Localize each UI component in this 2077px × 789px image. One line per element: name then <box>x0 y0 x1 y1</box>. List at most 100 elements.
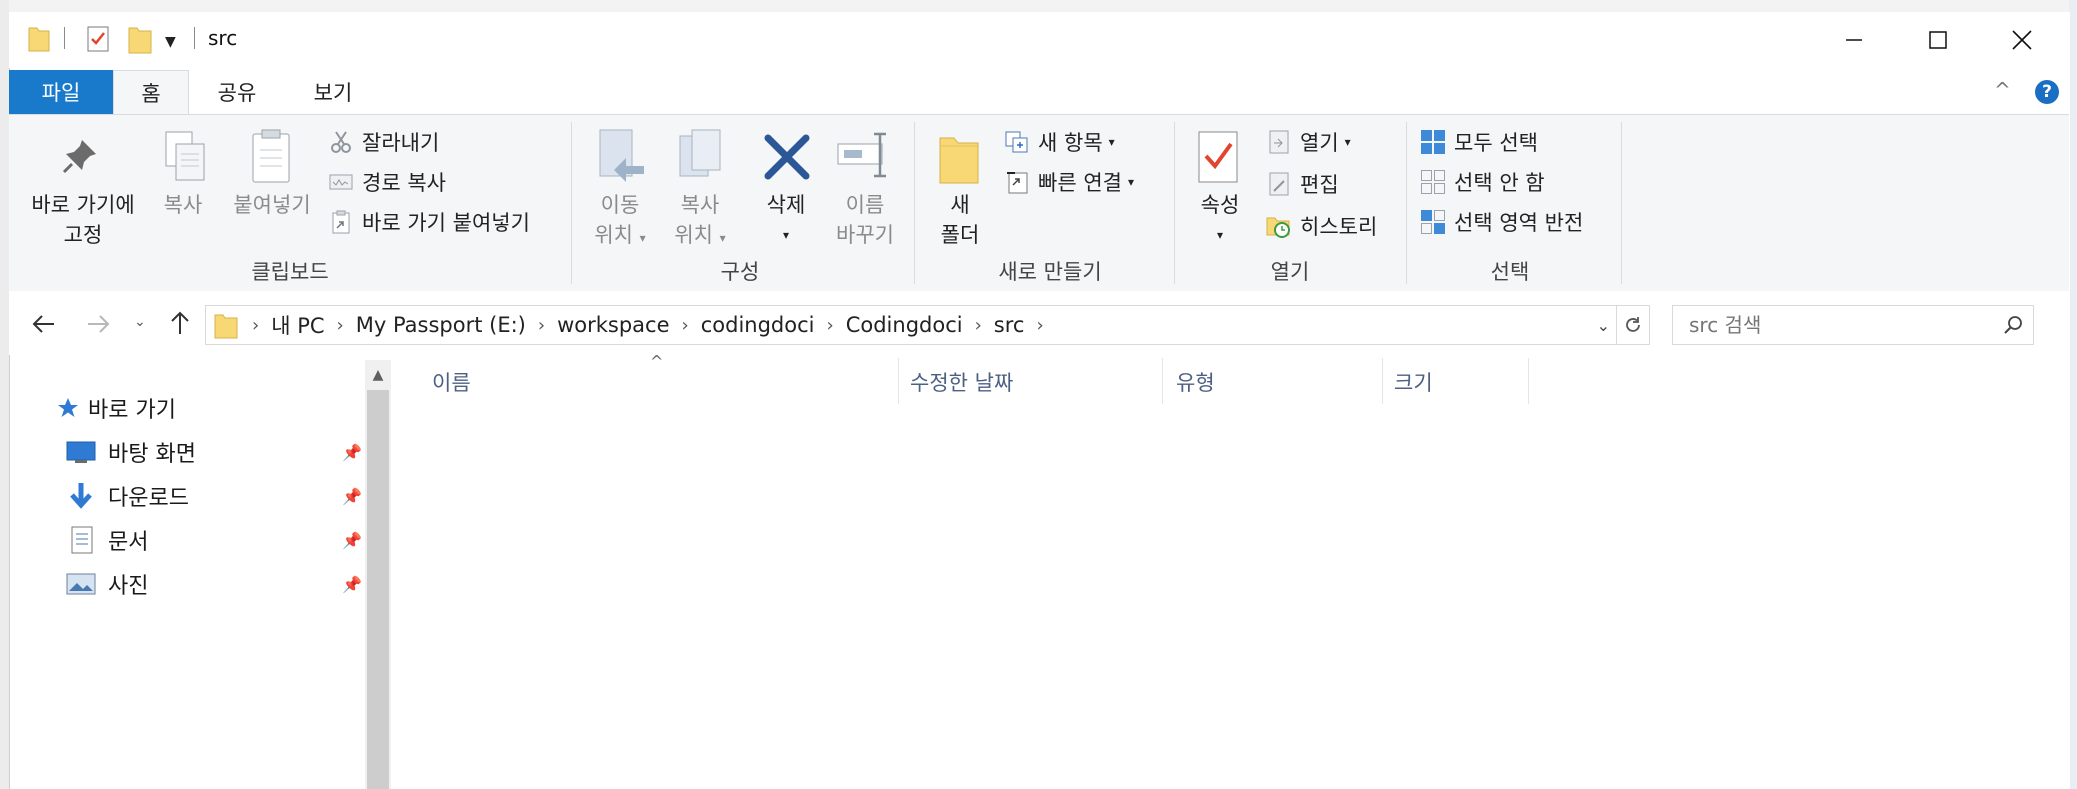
forward-button[interactable] <box>84 310 112 342</box>
select-all-button[interactable]: 모두 선택 <box>1420 124 1538 160</box>
properties-button[interactable]: 속성 ▾ <box>1182 190 1258 250</box>
quick-access-separator <box>64 27 65 49</box>
select-none-button[interactable]: 선택 안 함 <box>1420 164 1545 200</box>
customize-toolbar-chevron-icon[interactable]: ▼ <box>165 34 176 50</box>
minimize-button[interactable] <box>1824 20 1884 60</box>
open-label: 열기 <box>1300 131 1339 155</box>
cut-button[interactable]: 잘라내기 <box>328 124 439 160</box>
breadcrumb-workspace[interactable]: workspace <box>557 313 669 337</box>
rename-button[interactable]: 이름 바꾸기 <box>822 190 908 250</box>
properties-label: 속성 <box>1200 193 1240 217</box>
breadcrumb-separator-icon: › <box>336 314 344 336</box>
tab-view[interactable]: 보기 <box>296 70 370 114</box>
column-divider[interactable] <box>898 358 899 404</box>
select-none-label: 선택 안 함 <box>1454 171 1545 195</box>
group-separator <box>914 122 915 284</box>
sidebar-label: 사진 <box>108 574 149 599</box>
paste-icon <box>250 128 292 188</box>
tab-home[interactable]: 홈 <box>113 70 189 115</box>
easy-access-button[interactable]: 빠른 연결 ▾ <box>1004 164 1134 200</box>
copy-button[interactable]: 복사 <box>150 190 216 220</box>
close-button[interactable] <box>1992 20 2052 60</box>
properties-quick-icon[interactable] <box>86 26 110 56</box>
breadcrumb-codingdoci-2[interactable]: Codingdoci <box>846 313 963 337</box>
breadcrumb-drive[interactable]: My Passport (E:) <box>356 313 526 337</box>
collapse-ribbon-chevron-icon[interactable]: ^ <box>1994 78 2011 102</box>
breadcrumb-separator-icon: › <box>537 314 546 336</box>
edit-icon <box>1266 171 1292 197</box>
pin-to-quick-access-button[interactable]: 바로 가기에 고정 <box>20 190 146 250</box>
sidebar-item-documents[interactable]: 문서 📌 <box>66 520 362 560</box>
rename-icon <box>836 132 892 182</box>
sidebar-item-downloads[interactable]: 다운로드 📌 <box>66 476 362 516</box>
pin-icon[interactable]: 📌 <box>342 443 362 462</box>
invert-selection-button[interactable]: 선택 영역 반전 <box>1420 204 1583 240</box>
scroll-up-chevron-icon[interactable]: ▲ <box>365 360 391 390</box>
column-header-type[interactable]: 유형 <box>1176 360 1215 404</box>
maximize-button[interactable] <box>1908 20 1968 60</box>
title-bar <box>9 12 2069 68</box>
select-all-label: 모두 선택 <box>1454 131 1538 155</box>
move-to-label-2: 위치 <box>594 223 633 247</box>
folder-icon[interactable] <box>28 24 50 56</box>
copy-to-label-1: 복사 <box>680 193 720 217</box>
open-button[interactable]: 열기 ▾ <box>1266 124 1351 160</box>
group-separator <box>1174 122 1175 284</box>
breadcrumb-src[interactable]: src <box>994 313 1025 337</box>
history-icon <box>1266 213 1292 239</box>
sidebar-item-desktop[interactable]: 바탕 화면 📌 <box>66 432 362 472</box>
pin-icon[interactable]: 📌 <box>342 575 362 594</box>
search-icon[interactable] <box>2003 315 2023 335</box>
pin-icon[interactable]: 📌 <box>342 531 362 550</box>
column-divider[interactable] <box>1528 358 1529 404</box>
edit-button[interactable]: 편집 <box>1266 166 1339 202</box>
sidebar-item-quick-access[interactable]: 바로 가기 <box>56 388 176 428</box>
column-header-name[interactable]: 이름 <box>432 360 471 404</box>
nav-scrollbar-thumb[interactable] <box>367 390 389 789</box>
select-all-icon <box>1420 129 1446 155</box>
select-group-label: 선택 <box>1490 260 1530 284</box>
sidebar-label: 다운로드 <box>108 486 189 511</box>
paste-button[interactable]: 붙여넣기 <box>224 190 320 220</box>
address-bar[interactable]: › 내 PC › My Passport (E:) › workspace › … <box>205 305 1617 345</box>
copy-icon <box>162 130 208 188</box>
copy-path-button[interactable]: 경로 복사 <box>328 164 446 200</box>
new-folder-icon <box>938 130 980 190</box>
refresh-button[interactable] <box>1617 305 1650 345</box>
copy-path-icon <box>328 169 354 195</box>
file-list-empty-area[interactable] <box>400 405 2060 789</box>
open-icon <box>1266 129 1292 155</box>
picture-icon <box>66 571 96 597</box>
history-button[interactable]: 히스토리 <box>1266 208 1377 244</box>
copy-to-button[interactable]: 복사 위치 ▾ <box>660 190 740 253</box>
search-box[interactable] <box>1672 305 2034 345</box>
paste-shortcut-label: 바로 가기 붙여넣기 <box>362 211 530 235</box>
column-divider[interactable] <box>1382 358 1383 404</box>
tab-file[interactable]: 파일 <box>9 70 113 114</box>
up-button[interactable] <box>166 308 194 342</box>
properties-dropdown-icon: ▾ <box>1216 228 1224 242</box>
new-item-button[interactable]: 새 항목 ▾ <box>1004 124 1115 160</box>
help-icon[interactable]: ? <box>2035 80 2059 104</box>
back-button[interactable] <box>30 310 58 342</box>
new-folder-label-2: 폴더 <box>940 223 980 247</box>
column-header-modified[interactable]: 수정한 날짜 <box>910 360 1013 404</box>
address-history-chevron-icon[interactable]: ⌄ <box>1597 316 1610 335</box>
breadcrumb-this-pc[interactable]: 내 PC <box>271 310 324 340</box>
invert-selection-icon <box>1420 209 1446 235</box>
tab-share[interactable]: 공유 <box>200 70 274 114</box>
search-input[interactable] <box>1687 312 1991 338</box>
paste-shortcut-button[interactable]: 바로 가기 붙여넣기 <box>328 204 530 240</box>
pin-icon[interactable]: 📌 <box>342 487 362 506</box>
new-folder-quick-icon[interactable] <box>128 24 152 58</box>
column-divider[interactable] <box>1162 358 1163 404</box>
recent-locations-chevron-icon[interactable]: ⌄ <box>134 314 146 330</box>
breadcrumb-codingdoci[interactable]: codingdoci <box>701 313 815 337</box>
sidebar-item-pictures[interactable]: 사진 📌 <box>66 564 362 604</box>
delete-button[interactable]: 삭제 ▾ <box>748 190 824 250</box>
column-header-size[interactable]: 크기 <box>1394 360 1433 404</box>
pin-label-line2: 고정 <box>63 223 103 247</box>
move-to-button[interactable]: 이동 위치 ▾ <box>580 190 660 253</box>
select-none-icon <box>1420 169 1446 195</box>
new-folder-button[interactable]: 새 폴더 <box>922 190 998 250</box>
